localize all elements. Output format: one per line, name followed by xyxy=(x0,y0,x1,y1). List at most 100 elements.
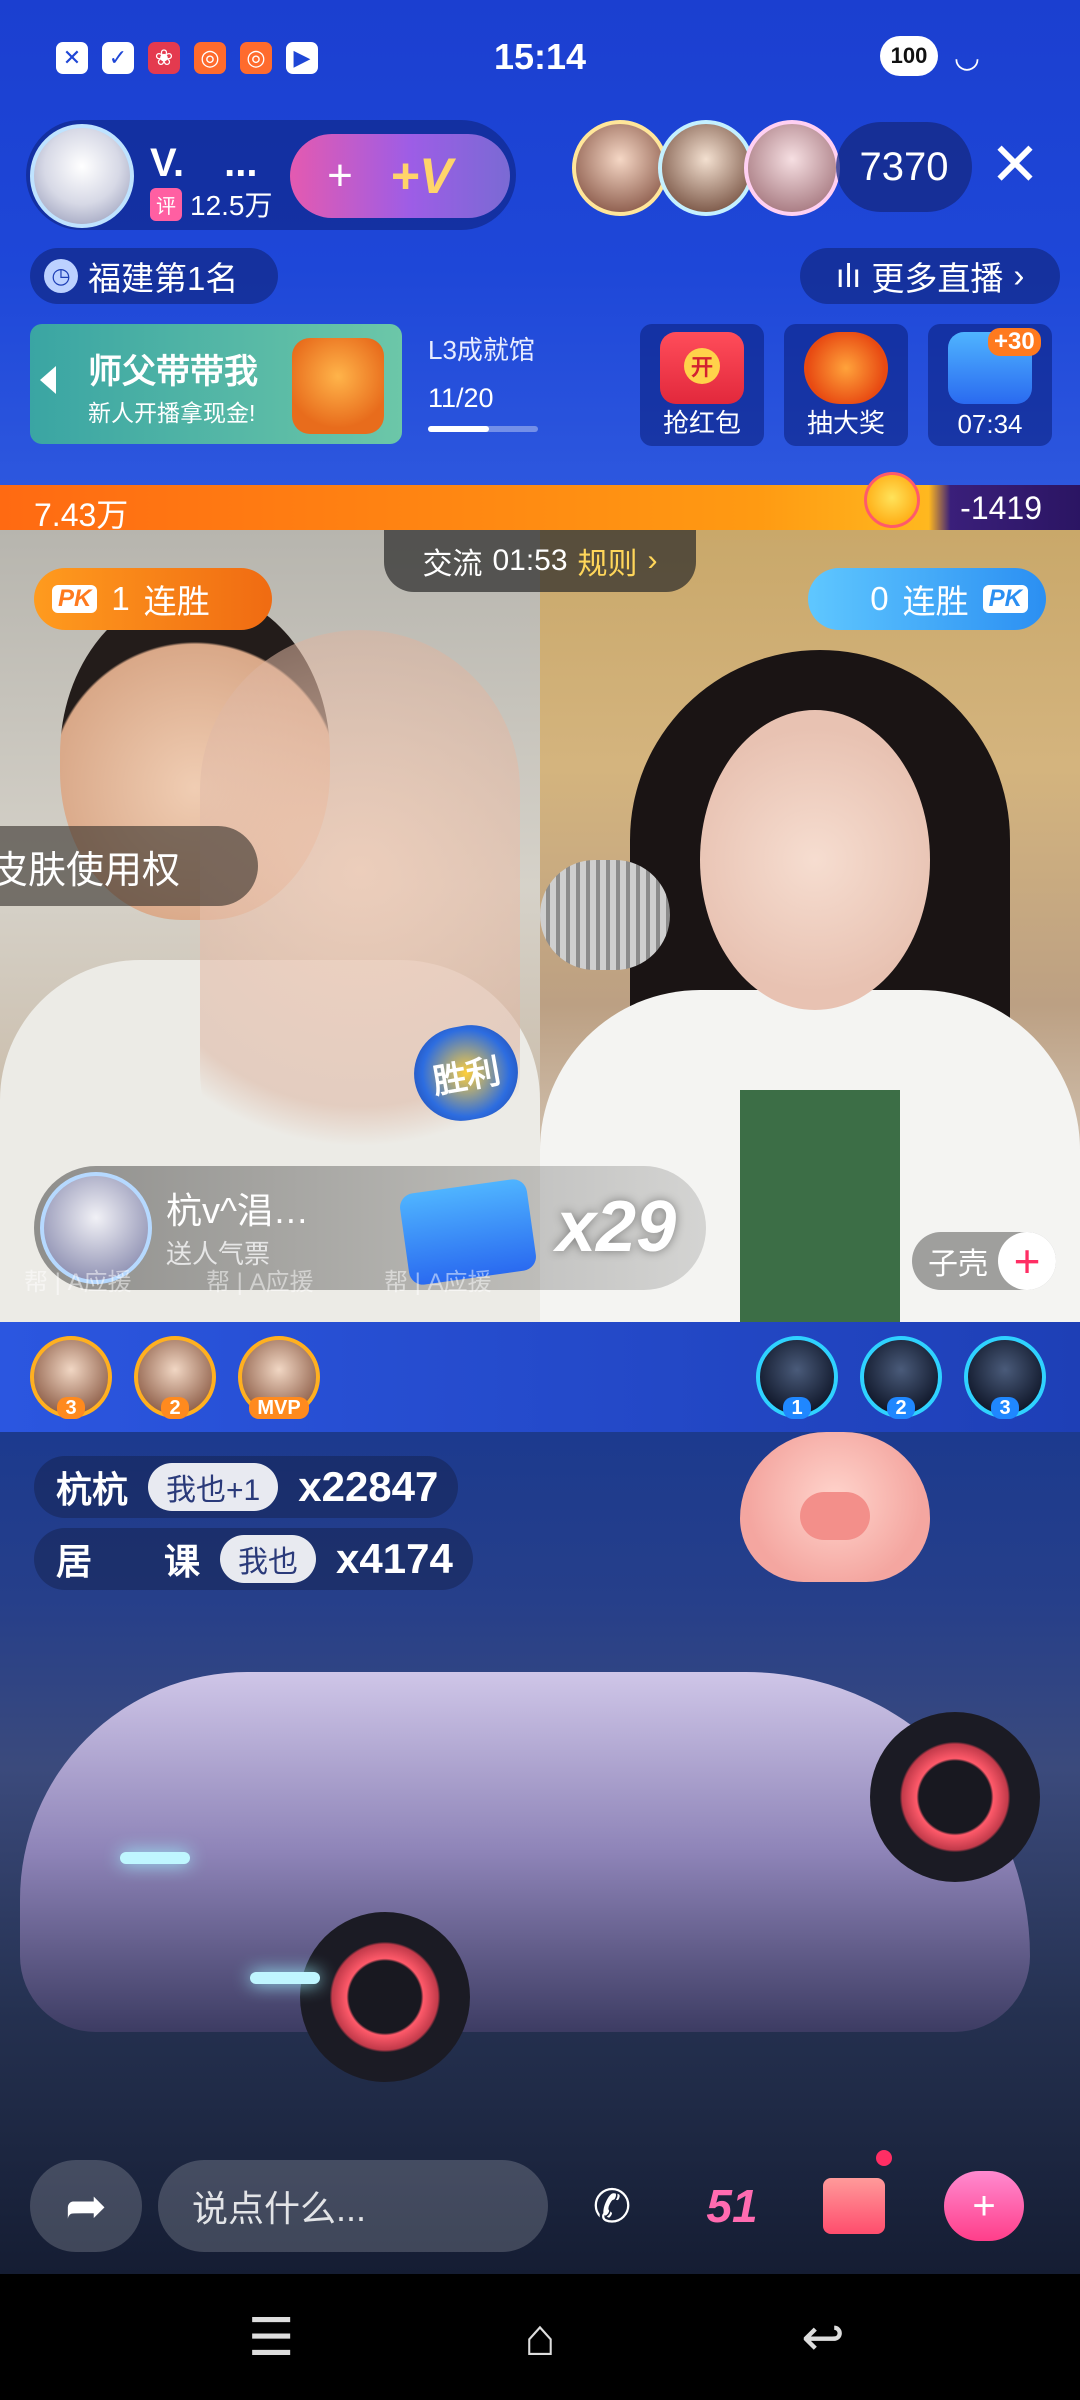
me-too-button[interactable]: 我也 xyxy=(220,1535,317,1583)
video-link-button[interactable]: ✆ xyxy=(566,2160,658,2252)
mentor-subtitle: 新人开播拿现金! xyxy=(88,400,256,426)
contributor-avatar[interactable]: 2 xyxy=(860,1336,942,1419)
achievement-level[interactable]: L3成就馆 11/20 xyxy=(428,330,588,432)
video-link-icon: ✆ xyxy=(592,2180,632,2232)
battery-indicator: 100 xyxy=(880,36,938,76)
combo-user: 居 课 xyxy=(56,1541,201,1582)
host-avatar[interactable] xyxy=(30,124,134,228)
top-viewers[interactable] xyxy=(572,120,840,216)
level-title: L3成就馆 xyxy=(428,335,535,365)
chevron-right-icon: › xyxy=(647,544,658,577)
add-follow-icon[interactable]: + xyxy=(998,1232,1056,1290)
level-progress-fill xyxy=(428,426,489,432)
help-support-text: 帮 | A应援 xyxy=(24,1269,132,1296)
heart-plus-icon: + xyxy=(944,2171,1024,2241)
pk-timer-value: 01:53 xyxy=(492,544,568,577)
combo-count: x4174 xyxy=(336,1535,453,1582)
level-progress-text: 11/20 xyxy=(428,383,494,413)
contributor-avatar[interactable]: 3 xyxy=(30,1336,112,1419)
right-streak-label: 连胜 xyxy=(902,583,969,620)
bars-icon: ılı xyxy=(835,257,862,294)
back-icon[interactable]: ↩ xyxy=(788,2308,858,2368)
bottom-toolbar: ➦ 说点什么... ✆ 51 + xyxy=(0,2140,1080,2274)
red-packet-button[interactable]: 开 抢红包 xyxy=(640,324,764,446)
help-support-text: 帮 | A应援 xyxy=(384,1269,492,1296)
chevron-right-icon: › xyxy=(1013,257,1025,294)
lottery-flame-icon xyxy=(804,332,888,404)
rating-value: 12.5万 xyxy=(190,190,273,221)
viewer-avatar[interactable] xyxy=(572,120,668,216)
mentor-banner[interactable]: 师父带带我 新人开播拿现金! xyxy=(30,324,402,444)
like-button[interactable]: + xyxy=(938,2160,1030,2252)
lottery-button[interactable]: 抽大奖 xyxy=(784,324,908,446)
car-headlight xyxy=(120,1852,190,1864)
pk-badge: PK xyxy=(982,585,1028,613)
laughing-emoji-icon xyxy=(864,472,920,528)
contributor-avatar[interactable]: 2 xyxy=(134,1336,216,1419)
host-name: V. ... xyxy=(150,141,258,185)
pk-timer-label: 交流 xyxy=(422,548,483,581)
popularity-plus-badge: +30 xyxy=(988,328,1041,356)
me-too-button[interactable]: 我也+1 xyxy=(148,1463,279,1511)
rating-tag: 评 xyxy=(150,187,182,221)
contributor-rank: 1 xyxy=(783,1397,811,1419)
popularity-timer: 07:34 xyxy=(957,409,1023,439)
pig-nose xyxy=(800,1492,870,1540)
red-packet-label: 抢红包 xyxy=(662,408,741,438)
more-live-button[interactable]: ılı 更多直播 › xyxy=(800,248,1060,304)
contributors-row: 3 2 MVP 1 2 3 xyxy=(0,1322,1080,1432)
mentor-title: 师父带带我 xyxy=(88,353,258,391)
rank-label: 福建第1名 xyxy=(88,260,239,297)
contributor-avatar[interactable]: MVP xyxy=(238,1336,320,1419)
help-support-text: 帮 | A应援 xyxy=(206,1269,314,1296)
red-packet-open-badge: 开 xyxy=(684,348,720,384)
chevron-left-icon xyxy=(40,366,56,394)
more-live-label: 更多直播 xyxy=(871,260,1004,297)
viewer-count[interactable]: 7370 xyxy=(836,122,972,212)
chat-input[interactable]: 说点什么... xyxy=(158,2160,548,2252)
level-progress-bar xyxy=(428,426,538,432)
gift-count: x29 xyxy=(556,1187,677,1267)
car-wheel xyxy=(870,1712,1040,1882)
streamer-right-top xyxy=(740,1090,900,1322)
streamer-right-face xyxy=(700,710,930,1010)
contributor-rank: 3 xyxy=(991,1397,1019,1419)
system-nav-bar: ☰ ⌂ ↩ xyxy=(0,2274,1080,2400)
car-wheel xyxy=(300,1912,470,2082)
wifi-icon: ◡ xyxy=(953,41,980,74)
microphone xyxy=(540,860,670,970)
menu-icon[interactable]: ☰ xyxy=(236,2308,306,2368)
pk-right-score: -1419 xyxy=(960,490,1042,526)
right-streak-count: 0 xyxy=(870,580,889,617)
pig-sticker xyxy=(740,1432,930,1582)
pk-badge: PK xyxy=(52,585,98,613)
lottery-label: 抽大奖 xyxy=(806,408,885,438)
follow-button[interactable]: + +V xyxy=(290,134,510,218)
combo-user: 杭杭 xyxy=(56,1469,129,1510)
combo-message: 居 课 我也 x4174 xyxy=(34,1528,473,1590)
rank-pill[interactable]: ◷ 福建第1名 xyxy=(30,248,278,304)
heart-plus-icon: + xyxy=(327,151,353,200)
share-button[interactable]: ➦ xyxy=(30,2160,142,2252)
opponent-follow[interactable]: 子壳 + xyxy=(912,1232,1056,1290)
left-win-streak: PK 1 连胜 xyxy=(34,568,272,630)
share-arrow-icon: ➦ xyxy=(65,2178,107,2234)
mascot-icon xyxy=(292,338,384,434)
notification-dot xyxy=(876,2150,892,2166)
popularity-ticket-button[interactable]: +30 07:34 xyxy=(928,324,1052,446)
gift-box-icon xyxy=(823,2178,885,2234)
viewer-avatar[interactable] xyxy=(744,120,840,216)
gift-button[interactable] xyxy=(808,2160,900,2252)
contributor-rank: 2 xyxy=(887,1397,915,1419)
clock-icon: ◷ xyxy=(44,259,78,293)
home-icon[interactable]: ⌂ xyxy=(505,2308,575,2368)
fifty-one-label: 51 xyxy=(706,2180,758,2232)
close-button[interactable]: ✕ xyxy=(980,130,1050,200)
contributor-avatar[interactable]: 1 xyxy=(756,1336,838,1419)
fifty-one-button[interactable]: 51 xyxy=(686,2160,778,2252)
pk-timer[interactable]: 交流 01:53 规则 › xyxy=(384,530,696,592)
contributor-avatar[interactable]: 3 xyxy=(964,1336,1046,1419)
viewer-avatar[interactable] xyxy=(658,120,754,216)
host-rating: 评 12.5万 xyxy=(150,184,273,224)
pk-rules-link[interactable]: 规则 xyxy=(578,539,638,583)
